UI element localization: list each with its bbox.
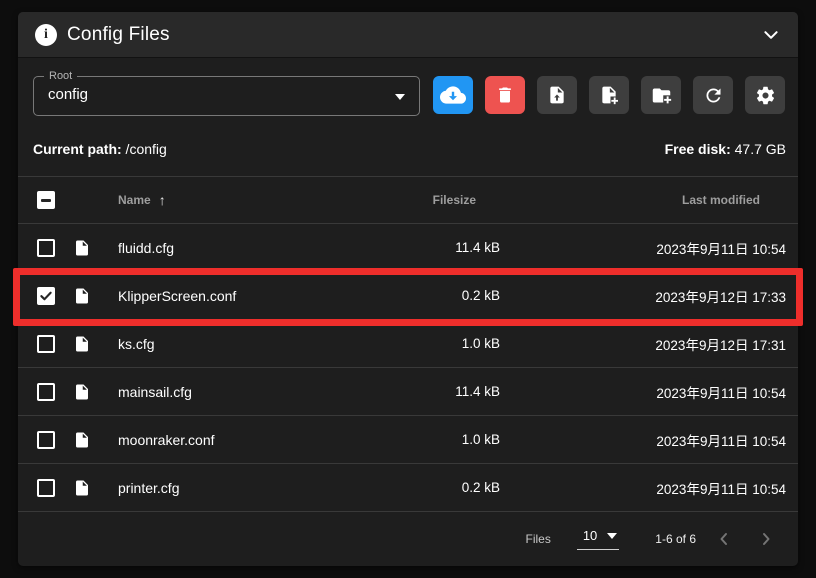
panel-header: i Config Files bbox=[18, 12, 798, 58]
row-checkbox[interactable] bbox=[37, 431, 55, 449]
chevron-left-icon bbox=[716, 531, 732, 547]
page-size-value: 10 bbox=[583, 528, 597, 543]
select-all-checkbox[interactable] bbox=[37, 191, 55, 209]
gear-icon bbox=[755, 85, 776, 106]
row-checkbox-checked[interactable] bbox=[37, 287, 55, 305]
file-icon bbox=[73, 334, 91, 354]
files-table: Name ↑ Filesize Last modified fluidd.cfg… bbox=[18, 176, 798, 512]
row-checkbox[interactable] bbox=[37, 239, 55, 257]
file-plus-icon bbox=[599, 85, 619, 105]
file-name: KlipperScreen.conf bbox=[118, 288, 410, 304]
file-last-modified: 2023年9月11日 10:54 bbox=[500, 478, 786, 498]
row-checkbox[interactable] bbox=[37, 335, 55, 353]
file-name: mainsail.cfg bbox=[118, 384, 410, 400]
file-row-moonraker-conf[interactable]: moonraker.conf 1.0 kB 2023年9月11日 10:54 bbox=[18, 416, 798, 464]
file-name: fluidd.cfg bbox=[118, 240, 410, 256]
file-size: 0.2 kB bbox=[410, 288, 500, 303]
file-name: moonraker.conf bbox=[118, 432, 410, 448]
column-header-filesize[interactable]: Filesize bbox=[410, 193, 500, 207]
delete-button[interactable] bbox=[485, 76, 525, 114]
status-bar: Current path: /config Free disk: 47.7 GB bbox=[18, 140, 798, 158]
file-size: 1.0 kB bbox=[410, 432, 500, 447]
previous-page-button[interactable] bbox=[710, 525, 738, 553]
file-last-modified: 2023年9月11日 10:54 bbox=[500, 382, 786, 402]
cloud-download-icon bbox=[440, 82, 466, 108]
current-path-label: Current path: bbox=[33, 141, 122, 157]
column-header-last-modified[interactable]: Last modified bbox=[500, 193, 786, 207]
free-disk-value: 47.7 GB bbox=[731, 141, 786, 157]
free-disk: Free disk: 47.7 GB bbox=[665, 141, 786, 157]
chevron-right-icon bbox=[758, 531, 774, 547]
create-file-button[interactable] bbox=[589, 76, 629, 114]
file-last-modified: 2023年9月11日 10:54 bbox=[500, 238, 786, 258]
toolbar: Root config bbox=[18, 58, 798, 116]
file-icon bbox=[73, 478, 91, 498]
refresh-button[interactable] bbox=[693, 76, 733, 114]
config-files-page: i Config Files Root config bbox=[0, 0, 816, 578]
file-icon bbox=[73, 238, 91, 258]
file-name: ks.cfg bbox=[118, 336, 410, 352]
file-row-mainsail-cfg[interactable]: mainsail.cfg 11.4 kB 2023年9月11日 10:54 bbox=[18, 368, 798, 416]
create-folder-button[interactable] bbox=[641, 76, 681, 114]
collapse-chevron-down-icon[interactable] bbox=[762, 26, 780, 44]
settings-button[interactable] bbox=[745, 76, 785, 114]
refresh-icon bbox=[703, 85, 724, 106]
page-size-select[interactable]: 10 bbox=[577, 528, 619, 550]
file-last-modified: 2023年9月11日 10:54 bbox=[500, 430, 786, 450]
panel-title: Config Files bbox=[67, 24, 170, 46]
free-disk-label: Free disk: bbox=[665, 141, 731, 157]
row-checkbox[interactable] bbox=[37, 383, 55, 401]
root-select-label: Root bbox=[44, 69, 77, 83]
file-row-klipperscreen-conf[interactable]: KlipperScreen.conf 0.2 kB 2023年9月12日 17:… bbox=[18, 272, 798, 320]
table-header-row: Name ↑ Filesize Last modified bbox=[18, 176, 798, 224]
root-select[interactable]: Root config bbox=[33, 76, 420, 116]
toolbar-buttons bbox=[433, 76, 785, 114]
column-header-name[interactable]: Name ↑ bbox=[118, 192, 410, 208]
file-size: 11.4 kB bbox=[410, 384, 500, 399]
file-icon bbox=[73, 430, 91, 450]
upload-file-button[interactable] bbox=[537, 76, 577, 114]
sort-ascending-arrow-icon: ↑ bbox=[159, 192, 166, 208]
download-config-button[interactable] bbox=[433, 76, 473, 114]
root-select-caret-icon bbox=[395, 94, 405, 100]
file-name: printer.cfg bbox=[118, 480, 410, 496]
file-size: 11.4 kB bbox=[410, 240, 500, 255]
info-icon: i bbox=[35, 24, 57, 46]
file-last-modified: 2023年9月12日 17:31 bbox=[500, 334, 786, 354]
config-files-panel: i Config Files Root config bbox=[18, 12, 798, 566]
file-icon bbox=[73, 286, 91, 306]
file-row-printer-cfg[interactable]: printer.cfg 0.2 kB 2023年9月11日 10:54 bbox=[18, 464, 798, 512]
table-footer: Files 10 1-6 of 6 bbox=[18, 512, 798, 566]
files-per-page-label: Files bbox=[525, 532, 550, 546]
file-upload-icon bbox=[547, 85, 567, 105]
folder-plus-icon bbox=[651, 85, 672, 106]
file-size: 0.2 kB bbox=[410, 480, 500, 495]
file-size: 1.0 kB bbox=[410, 336, 500, 351]
root-select-value: config bbox=[48, 86, 88, 103]
trash-icon bbox=[495, 85, 515, 105]
file-last-modified: 2023年9月12日 17:33 bbox=[500, 286, 786, 306]
file-row-ks-cfg[interactable]: ks.cfg 1.0 kB 2023年9月12日 17:31 bbox=[18, 320, 798, 368]
row-checkbox[interactable] bbox=[37, 479, 55, 497]
file-icon bbox=[73, 382, 91, 402]
next-page-button[interactable] bbox=[752, 525, 780, 553]
page-size-caret-icon bbox=[607, 533, 617, 539]
pagination-range: 1-6 of 6 bbox=[655, 532, 696, 546]
current-path-value: /config bbox=[122, 141, 167, 157]
current-path: Current path: /config bbox=[33, 141, 167, 157]
file-row-fluidd-cfg[interactable]: fluidd.cfg 11.4 kB 2023年9月11日 10:54 bbox=[18, 224, 798, 272]
